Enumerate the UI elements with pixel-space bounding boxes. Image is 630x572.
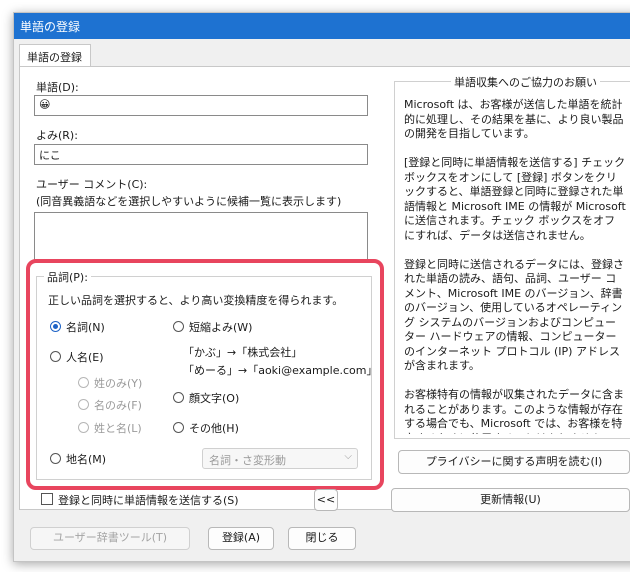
send-info-label[interactable]: 登録と同時に単語情報を送信する(S) — [58, 492, 239, 508]
reading-input[interactable]: にこ — [34, 144, 368, 165]
word-label: 単語(D): — [36, 81, 79, 94]
privacy-button[interactable]: プライバシーに関する声明を読む(I) — [398, 450, 630, 474]
update-info-button[interactable]: 更新情報(U) — [391, 488, 630, 512]
info-text[interactable]: Microsoft は、お客様が送信した単語を統計的に処理し、その結果を基に、よ… — [404, 98, 626, 434]
tab-register-word[interactable]: 単語の登録 — [19, 44, 91, 67]
title-bar[interactable]: 単語の登録 — [14, 13, 630, 39]
window-title: 単語の登録 — [20, 20, 81, 34]
info-heading: 単語収集へのご協力のお願い — [451, 74, 600, 90]
comment-hint: (同音異義語などを選択しやすいように候補一覧に表示します) — [36, 195, 342, 208]
word-input[interactable]: 😀 — [34, 95, 368, 116]
highlight-frame — [26, 259, 384, 490]
register-button[interactable]: 登録(A) — [208, 527, 274, 550]
collapse-button[interactable]: << — [314, 489, 338, 511]
close-button[interactable]: 閉じる — [288, 527, 356, 550]
reading-label: よみ(R): — [36, 129, 78, 142]
dictionary-tool-button[interactable]: ユーザー辞書ツール(T) — [30, 527, 190, 550]
comment-input[interactable] — [34, 212, 368, 262]
send-info-checkbox[interactable] — [41, 493, 53, 505]
comment-label: ユーザー コメント(C): — [36, 178, 148, 191]
